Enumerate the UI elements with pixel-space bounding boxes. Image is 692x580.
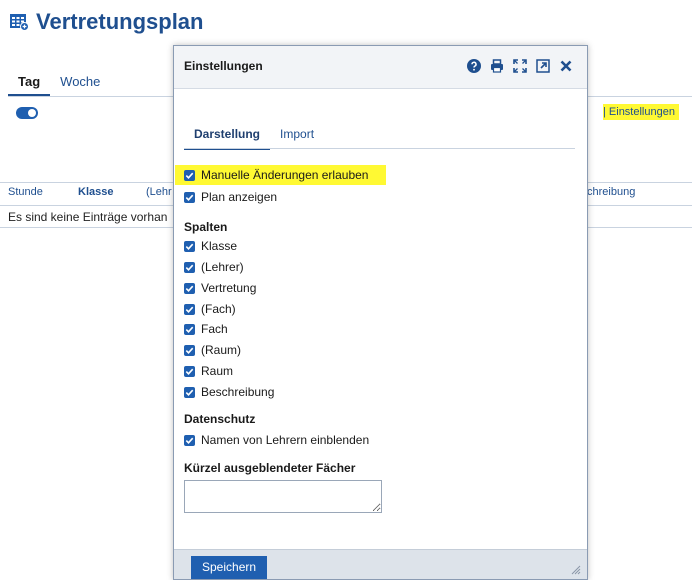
page-title: Vertretungsplan — [10, 9, 203, 35]
check-icon — [185, 347, 194, 354]
check-icon — [185, 306, 194, 313]
dialog-tabs-divider — [184, 148, 575, 149]
check-icon — [185, 264, 194, 271]
fullscreen-icon[interactable] — [513, 59, 527, 73]
section-privacy: Datenschutz — [184, 412, 256, 426]
column-header-beschreibung[interactable]: chreibung — [587, 186, 635, 198]
column-option-raum: Raum — [184, 362, 233, 380]
dialog-header[interactable]: Einstellungen — [174, 46, 587, 89]
save-button[interactable]: Speichern — [191, 556, 268, 579]
calendar-grid-icon — [10, 13, 29, 31]
view-toggle[interactable] — [16, 107, 38, 119]
check-icon — [185, 285, 194, 292]
option-label: Vertretung — [201, 281, 257, 295]
settings-link[interactable]: | Einstellungen — [603, 104, 679, 120]
checkbox[interactable] — [184, 191, 195, 203]
check-icon — [185, 172, 194, 179]
column-option-raum-original: (Raum) — [184, 341, 241, 359]
option-label: (Fach) — [201, 302, 236, 316]
option-label: Raum — [201, 364, 234, 378]
column-option-lehrer-original: (Lehrer) — [184, 258, 244, 276]
hidden-subjects-input[interactable] — [184, 480, 382, 513]
checkbox[interactable] — [184, 386, 195, 398]
option-label: Beschreibung — [201, 385, 275, 399]
section-columns: Spalten — [184, 220, 228, 234]
column-header-stunde[interactable]: Stunde — [8, 186, 43, 198]
column-header-klasse[interactable]: Klasse — [78, 186, 113, 198]
settings-dialog: Einstellungen Darstellung Import Manuell… — [173, 45, 588, 580]
tab-woche[interactable]: Woche — [50, 72, 110, 96]
checkbox[interactable] — [184, 344, 195, 356]
tab-import[interactable]: Import — [270, 124, 324, 148]
option-label: Fach — [201, 322, 228, 336]
checkbox[interactable] — [184, 434, 195, 446]
empty-table-message: Es sind keine Einträge vorhan — [8, 210, 168, 224]
dialog-tabs: Darstellung Import — [184, 124, 324, 150]
column-option-fach: Fach — [184, 320, 228, 338]
page-title-text: Vertretungsplan — [36, 9, 204, 34]
option-label: Manuelle Änderungen erlauben — [201, 168, 369, 182]
checkbox[interactable] — [184, 282, 195, 294]
option-label: Plan anzeigen — [201, 190, 278, 204]
check-icon — [185, 243, 194, 250]
section-hidden-subjects: Kürzel ausgeblendeter Fächer — [184, 461, 356, 475]
checkbox[interactable] — [184, 323, 195, 335]
close-icon[interactable] — [559, 59, 573, 73]
checkbox[interactable] — [184, 303, 195, 315]
option-label: (Raum) — [201, 343, 242, 357]
check-icon — [185, 368, 194, 375]
view-tabs: Tag Woche — [8, 72, 110, 96]
column-option-fach-original: (Fach) — [184, 300, 236, 318]
checkbox[interactable] — [184, 365, 195, 377]
check-icon — [185, 194, 194, 201]
column-option-vertretung: Vertretung — [184, 279, 256, 297]
popout-icon[interactable] — [536, 59, 550, 73]
checkbox[interactable] — [184, 240, 195, 252]
tab-tag[interactable]: Tag — [8, 72, 51, 96]
column-header-lehrer[interactable]: (Lehr — [146, 186, 172, 198]
column-option-klasse: Klasse — [184, 237, 237, 255]
dialog-toolbar — [467, 59, 573, 73]
column-option-beschreibung: Beschreibung — [184, 383, 274, 401]
resize-grip-icon[interactable] — [571, 565, 581, 575]
option-label: (Lehrer) — [201, 260, 244, 274]
dialog-footer: Speichern — [174, 549, 587, 579]
privacy-option-teacher-names: Namen von Lehrern einblenden — [184, 431, 369, 449]
option-label: Klasse — [201, 239, 238, 253]
help-icon[interactable] — [467, 59, 481, 73]
option-label: Namen von Lehrern einblenden — [201, 433, 370, 447]
dialog-title: Einstellungen — [184, 59, 263, 73]
checkbox[interactable] — [184, 261, 195, 273]
checkbox[interactable] — [184, 169, 195, 181]
print-icon[interactable] — [490, 59, 504, 73]
option-show-plan: Plan anzeigen — [184, 188, 277, 206]
check-icon — [185, 437, 194, 444]
check-icon — [185, 389, 194, 396]
check-icon — [185, 326, 194, 333]
tab-darstellung[interactable]: Darstellung — [184, 124, 271, 150]
option-manual-changes: Manuelle Änderungen erlauben — [184, 166, 368, 184]
